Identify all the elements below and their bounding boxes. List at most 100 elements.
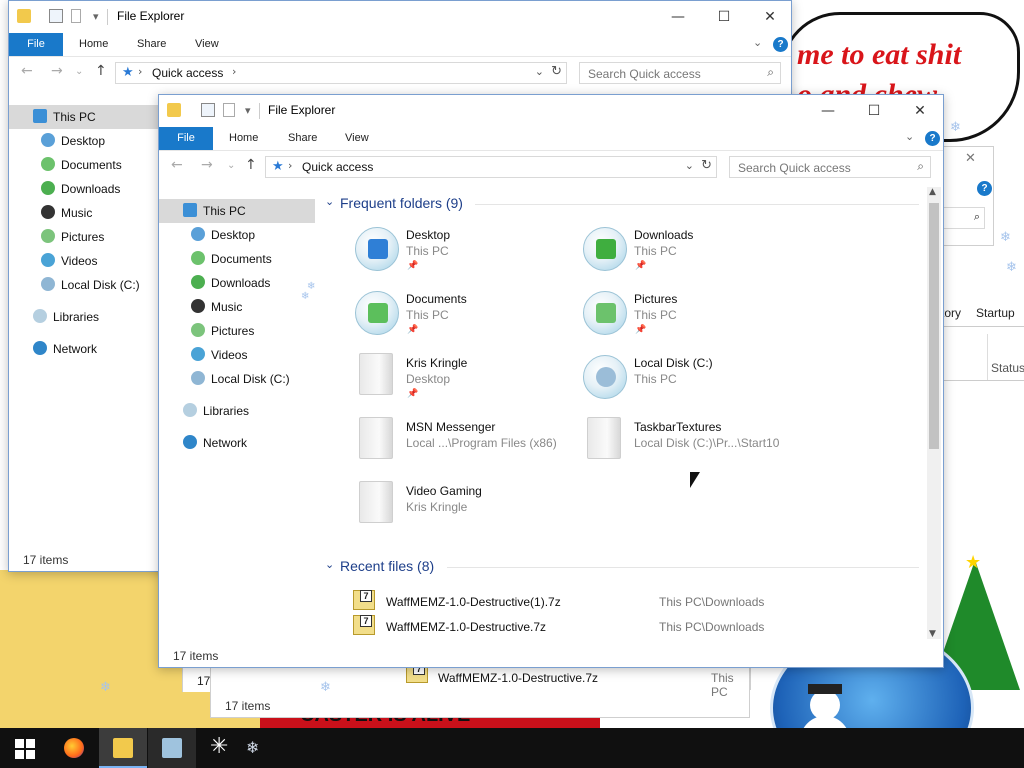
nav-item-documents[interactable]: Documents: [159, 247, 272, 271]
properties-icon[interactable]: [49, 9, 63, 23]
pin-icon[interactable]: 📌: [635, 261, 646, 271]
new-folder-icon[interactable]: [71, 9, 81, 23]
help-icon[interactable]: ?: [773, 37, 788, 52]
close-button[interactable]: ✕: [747, 1, 791, 33]
address-dropdown-icon[interactable]: ⌄: [535, 65, 544, 78]
pin-icon[interactable]: 📌: [407, 325, 418, 335]
address-bar[interactable]: ★ › Quick access ⌄ ↻: [265, 156, 717, 178]
help-icon[interactable]: ?: [977, 181, 992, 196]
up-arrow-icon[interactable]: ↑: [245, 157, 257, 173]
collapse-frequent-icon[interactable]: ⌄: [325, 195, 334, 208]
file-explorer-window-front[interactable]: ▾ File Explorer — ☐ ✕ File Home Share Vi…: [158, 94, 944, 668]
expand-ribbon-icon[interactable]: ⌄: [753, 36, 762, 49]
kris-kringle-folder-icon[interactable]: [359, 353, 393, 395]
folder-name[interactable]: Kris Kringle: [406, 356, 467, 370]
maximize-button[interactable]: ☐: [701, 1, 747, 33]
address-bar[interactable]: ★ › Quick access › ⌄ ↻: [115, 62, 567, 84]
collapse-recent-icon[interactable]: ⌄: [325, 558, 334, 571]
maximize-button[interactable]: ☐: [851, 95, 897, 127]
back-arrow-icon[interactable]: ←: [21, 63, 33, 79]
search-input[interactable]: Search Quick access ⌕: [579, 62, 781, 84]
recent-file-name[interactable]: WaffMEMZ-1.0-Destructive(1).7z: [386, 595, 561, 609]
folder-name[interactable]: TaskbarTextures: [634, 420, 721, 434]
customize-quick-access-icon[interactable]: ▾: [245, 104, 251, 117]
help-icon[interactable]: ?: [925, 131, 940, 146]
customize-quick-access-icon[interactable]: ▾: [93, 10, 99, 23]
desktop-folder-icon[interactable]: [355, 227, 399, 271]
pin-icon[interactable]: 📌: [407, 261, 418, 271]
properties-icon[interactable]: [201, 103, 215, 117]
forward-arrow-icon[interactable]: →: [201, 157, 213, 173]
forward-arrow-icon[interactable]: →: [51, 63, 63, 79]
video-gaming-folder-icon[interactable]: [359, 481, 393, 523]
tab-file[interactable]: File: [9, 33, 63, 56]
tab-share[interactable]: Share: [274, 127, 331, 150]
downloads-folder-icon[interactable]: [583, 227, 627, 271]
folder-name[interactable]: MSN Messenger: [406, 420, 495, 434]
taskbar-snowflake-app[interactable]: ✳: [198, 728, 246, 768]
pin-icon[interactable]: 📌: [407, 389, 418, 399]
frequent-folders-header[interactable]: Frequent folders (9): [340, 195, 463, 211]
back-tab-startup[interactable]: Startup: [976, 306, 1015, 320]
nav-item-music[interactable]: Music: [159, 295, 242, 319]
recent-file-name[interactable]: WaffMEMZ-1.0-Destructive.7z: [438, 671, 598, 685]
folder-icon[interactable]: [167, 103, 181, 117]
local-disk-drive-icon[interactable]: [583, 355, 627, 399]
back-arrow-icon[interactable]: ←: [171, 157, 183, 173]
address-dropdown-icon[interactable]: ⌄: [685, 159, 694, 172]
nav-item-this-pc[interactable]: This PC: [159, 199, 315, 223]
tab-home[interactable]: Home: [215, 127, 272, 150]
nav-item-local-disk[interactable]: Local Disk (C:): [159, 367, 290, 391]
tab-home[interactable]: Home: [65, 33, 122, 56]
folder-name[interactable]: Downloads: [634, 228, 693, 242]
scroll-up-icon[interactable]: ▲: [929, 187, 936, 197]
minimize-button[interactable]: —: [655, 1, 701, 33]
taskbar-control-panel[interactable]: [148, 728, 196, 768]
back-column-status[interactable]: Status: [991, 361, 1024, 375]
pictures-folder-icon[interactable]: [583, 291, 627, 335]
nav-item-downloads[interactable]: Downloads: [159, 271, 270, 295]
folder-name[interactable]: Pictures: [634, 292, 677, 306]
tab-view[interactable]: View: [181, 33, 233, 56]
nav-item-desktop[interactable]: Desktop: [9, 129, 105, 153]
title-bar[interactable]: ▾ File Explorer — ☐ ✕: [9, 1, 791, 33]
nav-item-desktop[interactable]: Desktop: [159, 223, 255, 247]
pin-icon[interactable]: 📌: [635, 325, 646, 335]
recent-files-header[interactable]: Recent files (8): [340, 558, 434, 574]
nav-item-libraries[interactable]: Libraries: [9, 305, 99, 329]
vertical-scrollbar[interactable]: ▲ ▼: [927, 187, 941, 639]
taskbar-textures-folder-icon[interactable]: [587, 417, 621, 459]
tab-file[interactable]: File: [159, 127, 213, 150]
expand-ribbon-icon[interactable]: ⌄: [905, 130, 914, 143]
folder-name[interactable]: Desktop: [406, 228, 450, 242]
back-tab-history[interactable]: tory: [941, 306, 961, 320]
nav-item-downloads[interactable]: Downloads: [9, 177, 120, 201]
tab-share[interactable]: Share: [123, 33, 180, 56]
close-icon[interactable]: ✕: [965, 151, 976, 166]
nav-item-documents[interactable]: Documents: [9, 153, 122, 177]
up-arrow-icon[interactable]: ↑: [95, 63, 107, 79]
documents-folder-icon[interactable]: [355, 291, 399, 335]
folder-name[interactable]: Video Gaming: [406, 484, 482, 498]
nav-item-videos[interactable]: Videos: [9, 249, 97, 273]
nav-item-network[interactable]: Network: [9, 337, 97, 361]
new-folder-icon[interactable]: [223, 103, 235, 117]
tab-view[interactable]: View: [331, 127, 383, 150]
nav-item-network[interactable]: Network: [159, 431, 247, 455]
recent-locations-icon[interactable]: ⌄: [227, 160, 235, 171]
folder-name[interactable]: Documents: [406, 292, 467, 306]
nav-item-this-pc[interactable]: This PC: [9, 105, 159, 129]
recent-locations-icon[interactable]: ⌄: [75, 66, 83, 77]
taskbar-firefox[interactable]: [50, 728, 98, 768]
taskbar-file-explorer[interactable]: [99, 728, 147, 768]
nav-item-libraries[interactable]: Libraries: [159, 399, 249, 423]
nav-item-music[interactable]: Music: [9, 201, 92, 225]
recent-file-name[interactable]: WaffMEMZ-1.0-Destructive.7z: [386, 620, 546, 634]
scroll-down-icon[interactable]: ▼: [929, 629, 936, 639]
title-bar[interactable]: ▾ File Explorer — ☐ ✕: [159, 95, 943, 127]
breadcrumb-chevron-icon[interactable]: ›: [232, 65, 236, 78]
nav-item-local-disk[interactable]: Local Disk (C:): [9, 273, 140, 297]
search-input[interactable]: Search Quick access ⌕: [729, 156, 931, 178]
folder-name[interactable]: Local Disk (C:): [634, 356, 713, 370]
nav-item-videos[interactable]: Videos: [159, 343, 247, 367]
